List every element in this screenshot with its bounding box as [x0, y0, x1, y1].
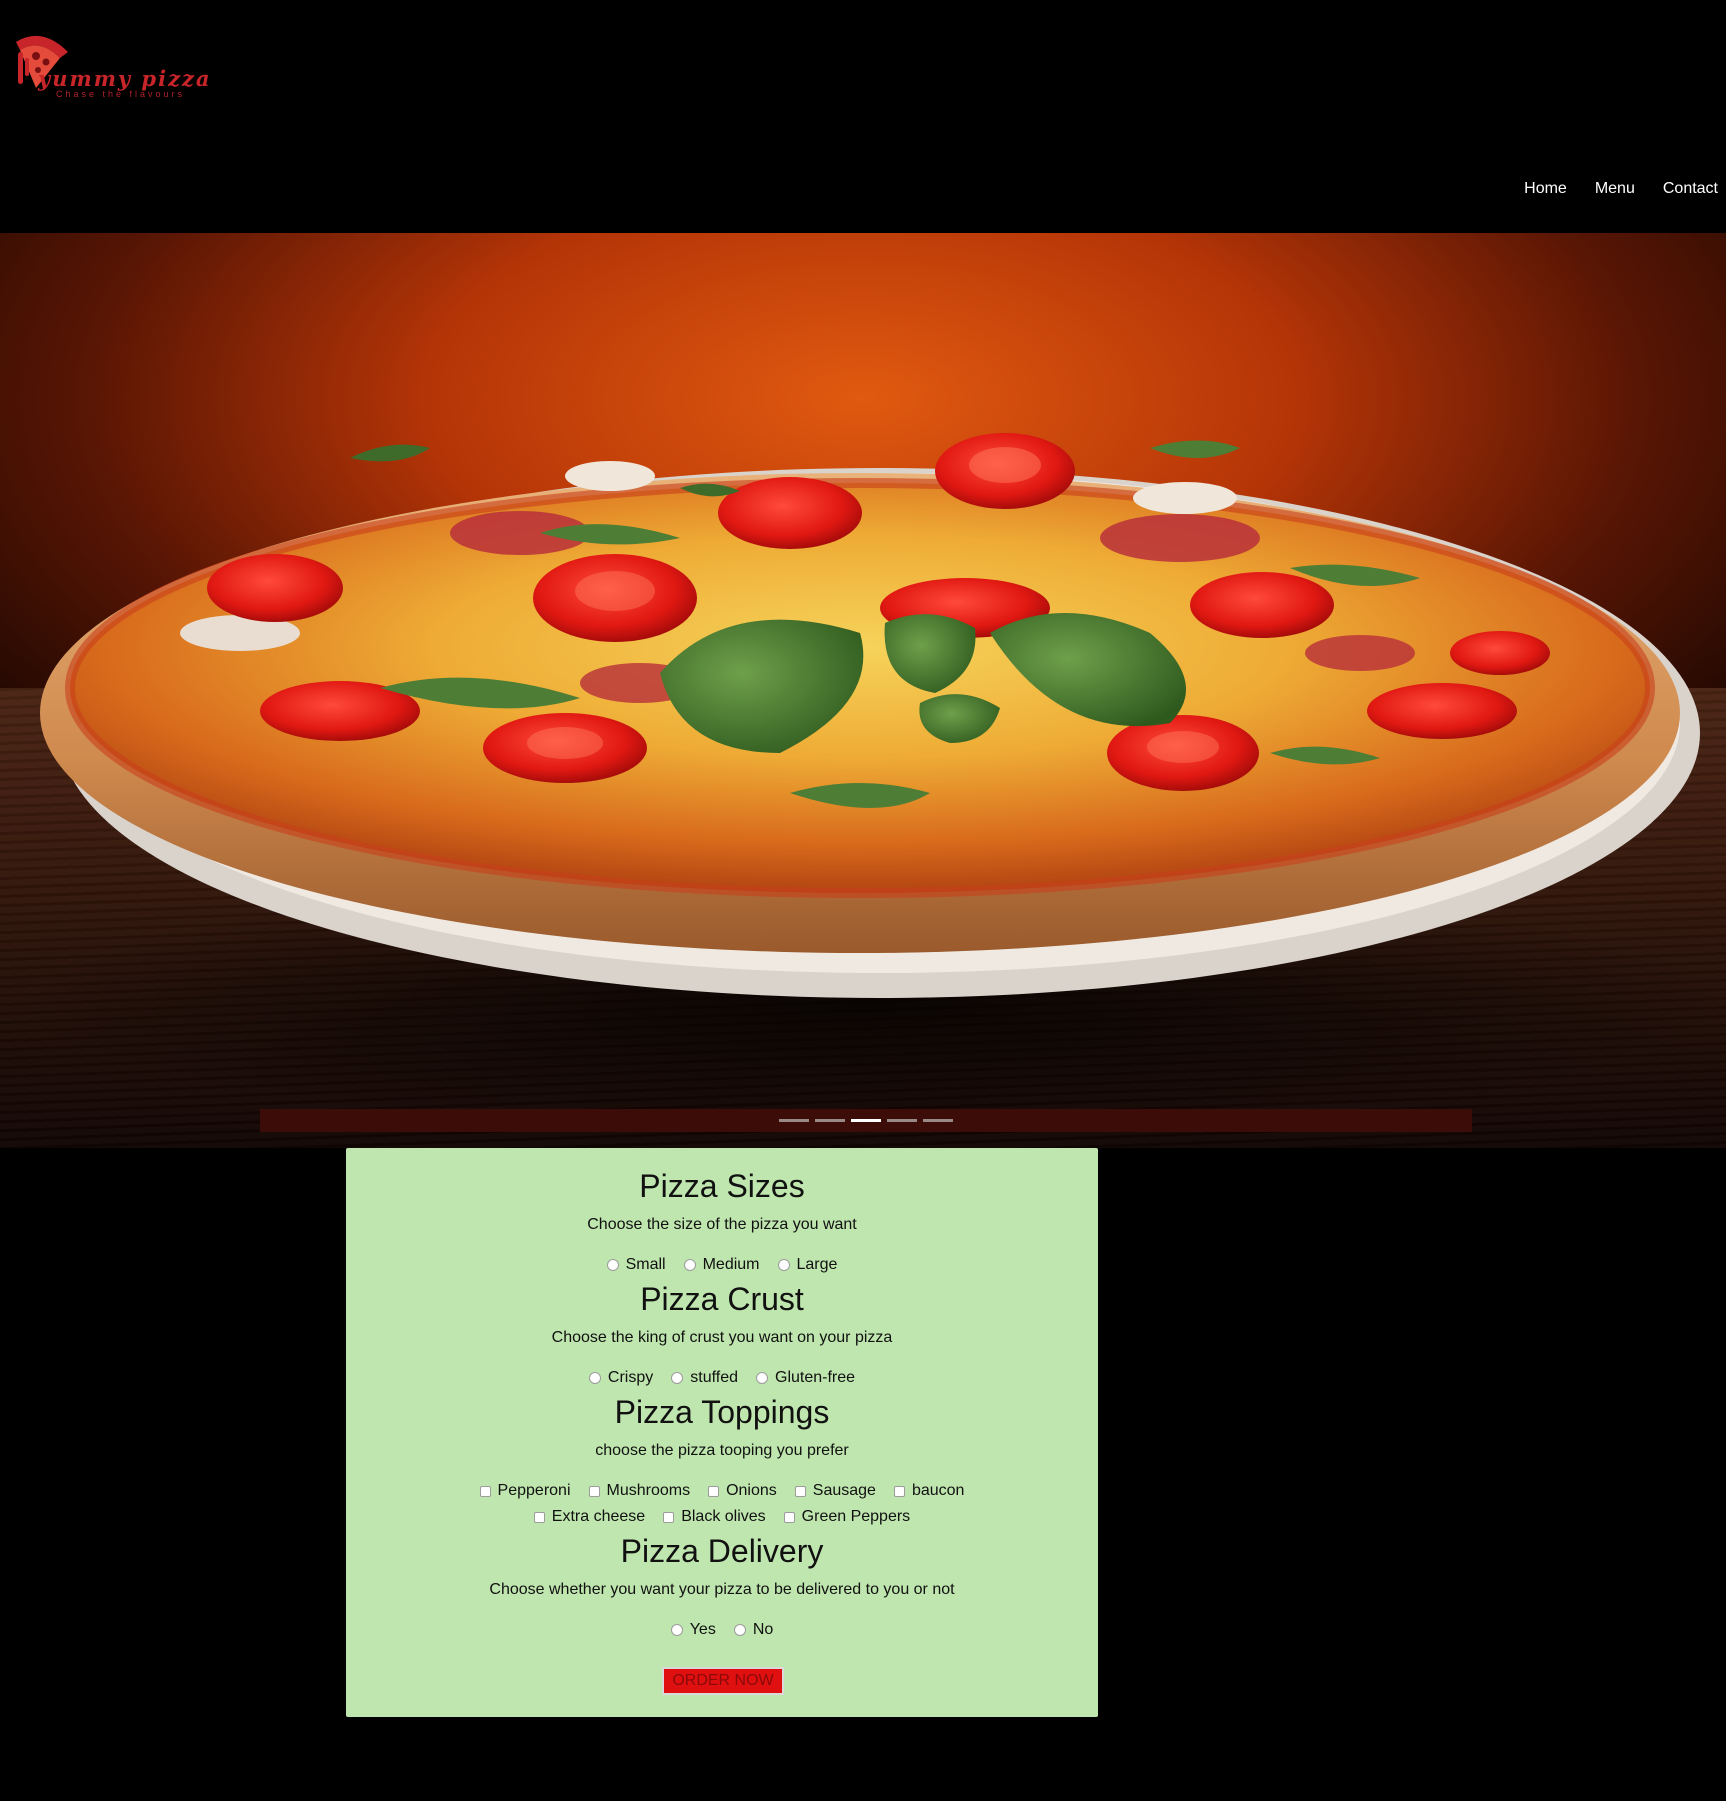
- delivery-no-radio[interactable]: [733, 1624, 746, 1636]
- delivery-no-label: No: [752, 1621, 774, 1638]
- topping-sausage-checkbox[interactable]: [794, 1485, 806, 1497]
- topping-option-baucon[interactable]: baucon: [893, 1482, 965, 1500]
- order-form: Pizza Sizes Choose the size of the pizza…: [346, 1148, 1098, 1717]
- pizza-crust-options: Crispy stuffed Gluten-free: [346, 1369, 1098, 1387]
- order-now-button[interactable]: ORDER NOW: [662, 1667, 784, 1695]
- topping-option-pepperoni[interactable]: Pepperoni: [479, 1482, 571, 1500]
- delivery-yes-label: Yes: [689, 1621, 716, 1638]
- crust-gluten-free-radio[interactable]: [756, 1372, 769, 1384]
- pizza-toppings-description: choose the pizza tooping you prefer: [595, 1442, 849, 1459]
- topping-green-peppers-checkbox[interactable]: [783, 1511, 795, 1523]
- size-medium-radio[interactable]: [683, 1259, 696, 1271]
- size-large-label: Large: [796, 1256, 838, 1273]
- pizza-toppings-title: Pizza Toppings: [614, 1394, 830, 1430]
- brand-name: yummy pizza: [38, 66, 212, 91]
- size-small-radio[interactable]: [606, 1259, 619, 1271]
- topping-black-olives-checkbox[interactable]: [663, 1511, 675, 1523]
- delivery-option-no[interactable]: No: [733, 1621, 774, 1639]
- pizza-sizes-title: Pizza Sizes: [639, 1168, 805, 1204]
- size-medium-label: Medium: [702, 1256, 760, 1273]
- pizza-sizes-section: Pizza Sizes Choose the size of the pizza…: [346, 1168, 1098, 1274]
- pizza-delivery-description: Choose whether you want your pizza to be…: [489, 1581, 955, 1598]
- topping-green-peppers-label: Green Peppers: [801, 1508, 911, 1525]
- size-option-large[interactable]: Large: [777, 1256, 838, 1274]
- delivery-option-yes[interactable]: Yes: [670, 1621, 716, 1639]
- slider-indicator-bar: [260, 1109, 1472, 1132]
- topping-option-onions[interactable]: Onions: [708, 1482, 777, 1500]
- topping-baucon-label: baucon: [911, 1482, 965, 1499]
- pizza-crust-description: Choose the king of crust you want on you…: [551, 1329, 893, 1346]
- site-header: yummy pizza Chase the flavours Home Menu…: [0, 0, 1726, 233]
- pizza-size-options: Small Medium Large: [346, 1256, 1098, 1274]
- pizza-topping-options: Pepperoni Mushrooms Onions Sausage bauco…: [346, 1482, 1098, 1526]
- delivery-yes-radio[interactable]: [670, 1624, 683, 1636]
- topping-sausage-label: Sausage: [812, 1482, 876, 1499]
- crust-stuffed-radio[interactable]: [671, 1372, 684, 1384]
- crust-option-gluten-free[interactable]: Gluten-free: [756, 1369, 855, 1387]
- size-option-small[interactable]: Small: [606, 1256, 666, 1274]
- nav-contact-link[interactable]: Contact: [1663, 180, 1718, 198]
- size-small-label: Small: [625, 1256, 666, 1273]
- slide-indicator-4[interactable]: [887, 1119, 917, 1122]
- crust-stuffed-label: stuffed: [690, 1369, 739, 1386]
- crust-crispy-label: Crispy: [607, 1369, 654, 1386]
- slide-indicator-5[interactable]: [923, 1119, 953, 1122]
- crust-option-stuffed[interactable]: stuffed: [671, 1369, 738, 1387]
- topping-pepperoni-checkbox[interactable]: [479, 1485, 491, 1497]
- topping-option-extra-cheese[interactable]: Extra cheese: [533, 1508, 646, 1526]
- pizza-toppings-section: Pizza Toppings choose the pizza tooping …: [346, 1394, 1098, 1526]
- crust-gluten-free-label: Gluten-free: [775, 1369, 856, 1386]
- pizza-crust-title: Pizza Crust: [640, 1281, 804, 1317]
- slide-indicator-3[interactable]: [851, 1119, 881, 1122]
- pizza-delivery-section: Pizza Delivery Choose whether you want y…: [346, 1533, 1098, 1639]
- pizza-crust-section: Pizza Crust Choose the king of crust you…: [346, 1281, 1098, 1387]
- topping-mushrooms-checkbox[interactable]: [588, 1485, 600, 1497]
- size-large-radio[interactable]: [777, 1259, 790, 1271]
- topping-black-olives-label: Black olives: [681, 1508, 766, 1525]
- nav-menu-link[interactable]: Menu: [1595, 180, 1635, 198]
- topping-mushrooms-label: Mushrooms: [606, 1482, 691, 1499]
- slider-dots: [260, 1109, 1472, 1132]
- topping-extra-cheese-checkbox[interactable]: [533, 1511, 545, 1523]
- hero-slider: [0, 233, 1726, 1148]
- topping-extra-cheese-label: Extra cheese: [551, 1508, 646, 1525]
- brand-tagline: Chase the flavours: [56, 89, 186, 99]
- logo[interactable]: yummy pizza Chase the flavours: [12, 28, 210, 102]
- pizza-delivery-title: Pizza Delivery: [620, 1533, 824, 1569]
- topping-onions-checkbox[interactable]: [708, 1485, 720, 1497]
- topping-onions-label: Onions: [726, 1482, 777, 1499]
- crust-option-crispy[interactable]: Crispy: [588, 1369, 654, 1387]
- nav-home-link[interactable]: Home: [1524, 180, 1567, 198]
- size-option-medium[interactable]: Medium: [683, 1256, 760, 1274]
- topping-pepperoni-label: Pepperoni: [497, 1482, 571, 1499]
- main-nav: Home Menu Contact: [1524, 180, 1718, 198]
- pizza-sizes-description: Choose the size of the pizza you want: [587, 1216, 857, 1233]
- topping-option-black-olives[interactable]: Black olives: [663, 1508, 766, 1526]
- topping-option-mushrooms[interactable]: Mushrooms: [588, 1482, 691, 1500]
- slide-indicator-2[interactable]: [815, 1119, 845, 1122]
- pizza-delivery-options: Yes No: [346, 1621, 1098, 1639]
- slide-indicator-1[interactable]: [779, 1119, 809, 1122]
- topping-baucon-checkbox[interactable]: [893, 1485, 905, 1497]
- topping-option-sausage[interactable]: Sausage: [794, 1482, 876, 1500]
- topping-option-green-peppers[interactable]: Green Peppers: [783, 1508, 911, 1526]
- pizza-photo: [10, 433, 1726, 1133]
- crust-crispy-radio[interactable]: [588, 1372, 601, 1384]
